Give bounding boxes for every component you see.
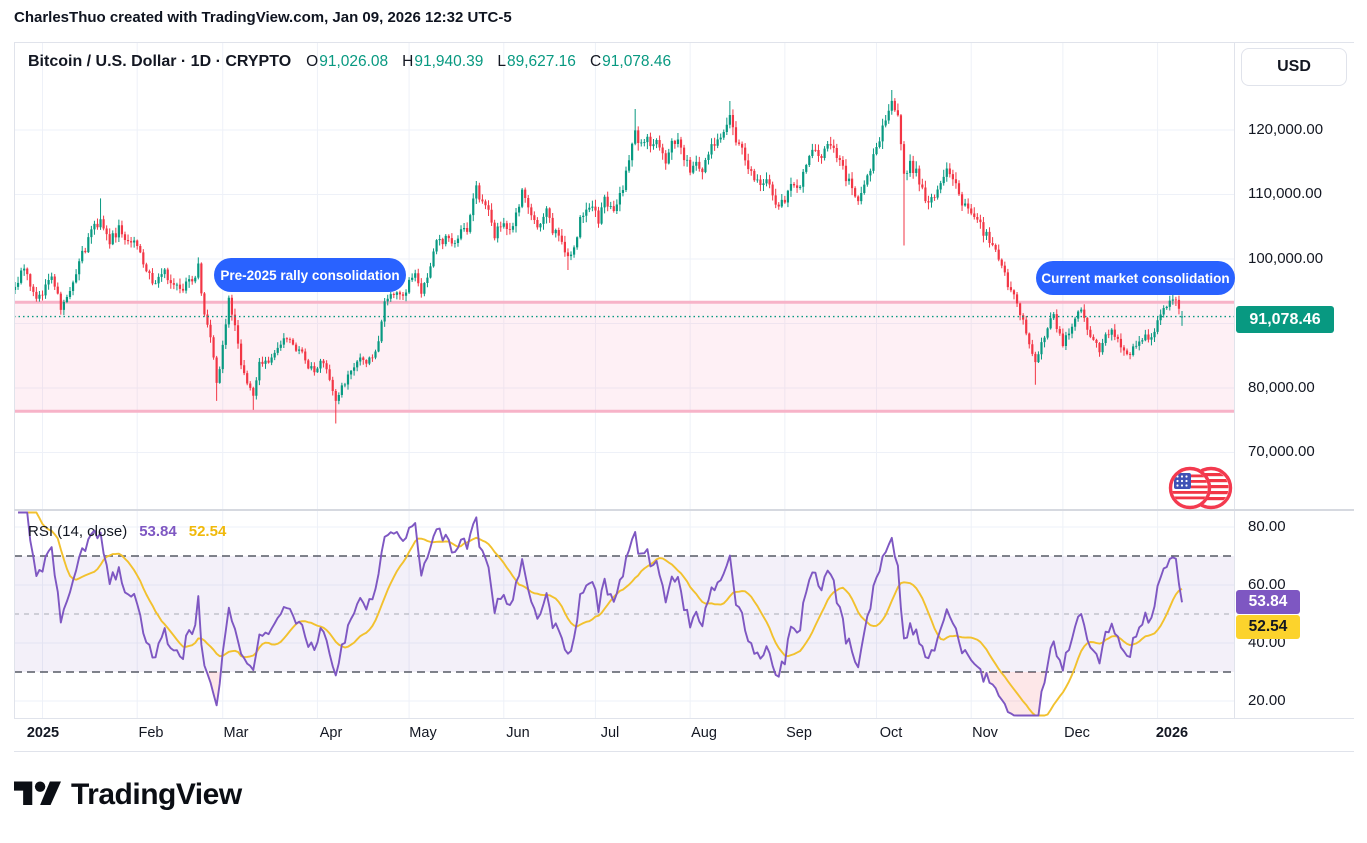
time-label-apr[interactable]: Apr [320,725,343,741]
time-label-may[interactable]: May [409,725,436,741]
price-axis-label-70000: 70,000.00 [1248,443,1352,460]
annotation-current-consolidation[interactable]: Current market consolidation [1036,261,1235,295]
open-value: 91,026.08 [319,53,388,71]
high-label: H [402,53,413,71]
low-value: 89,627.16 [507,53,576,71]
price-axis-label-100000: 100,000.00 [1248,250,1352,267]
time-label-2026[interactable]: 2026 [1156,725,1188,741]
close-label: C [590,53,601,71]
front-coin-us-flag [1171,469,1212,508]
annotation-pre-2025-consolidation[interactable]: Pre-2025 rally consolidation [214,258,406,292]
rsi-header: RSI (14, close) 53.84 52.54 [28,523,226,540]
rsi-title[interactable]: RSI (14, close) [28,523,127,540]
close-value: 91,078.46 [602,53,671,71]
symbol-header: Bitcoin / U.S. Dollar · 1D · CRYPTO O91,… [28,53,671,71]
time-label-sep[interactable]: Sep [786,725,812,741]
time-label-2025[interactable]: 2025 [27,725,59,741]
time-label-oct[interactable]: Oct [880,725,903,741]
price-axis-label-80000: 80,000.00 [1248,379,1352,396]
rsi-axis-label-20: 20.00 [1248,692,1352,709]
high-value: 91,940.39 [414,53,483,71]
attribution-text: CharlesThuo created with TradingView.com… [14,9,512,26]
usd-pair-flag-icon [1166,465,1236,513]
rsi-ma-value-badge: 52.54 [1236,615,1300,639]
open-label: O [306,53,318,71]
time-label-mar[interactable]: Mar [224,725,249,741]
tradingview-footer[interactable]: TradingView [14,776,242,813]
rsi-value: 53.84 [139,523,177,540]
symbol-title[interactable]: Bitcoin / U.S. Dollar · 1D · CRYPTO [28,53,291,71]
rsi-axis-label-80: 80.00 [1248,518,1352,535]
time-label-aug[interactable]: Aug [691,725,717,741]
time-label-nov[interactable]: Nov [972,725,998,741]
price-axis-label-120000: 120,000.00 [1248,121,1352,138]
price-chart-canvas[interactable] [14,42,1354,753]
rsi-ma-value: 52.54 [189,523,227,540]
chart-widget: Bitcoin / U.S. Dollar · 1D · CRYPTO O91,… [14,42,1354,753]
time-label-dec[interactable]: Dec [1064,725,1090,741]
current-price-badge: 91,078.46 [1236,306,1334,333]
time-label-feb[interactable]: Feb [139,725,164,741]
time-label-jul[interactable]: Jul [601,725,620,741]
price-axis-label-110000: 110,000.00 [1248,185,1352,202]
tradingview-logo-icon [14,776,61,813]
rsi-value-badge: 53.84 [1236,590,1300,614]
currency-usd-button[interactable]: USD [1241,48,1347,86]
low-label: L [497,53,506,71]
time-label-jun[interactable]: Jun [506,725,529,741]
tradingview-brand-text: TradingView [71,778,242,812]
ohlc-values: O91,026.08 H91,940.39 L89,627.16 C91,078… [306,53,671,71]
